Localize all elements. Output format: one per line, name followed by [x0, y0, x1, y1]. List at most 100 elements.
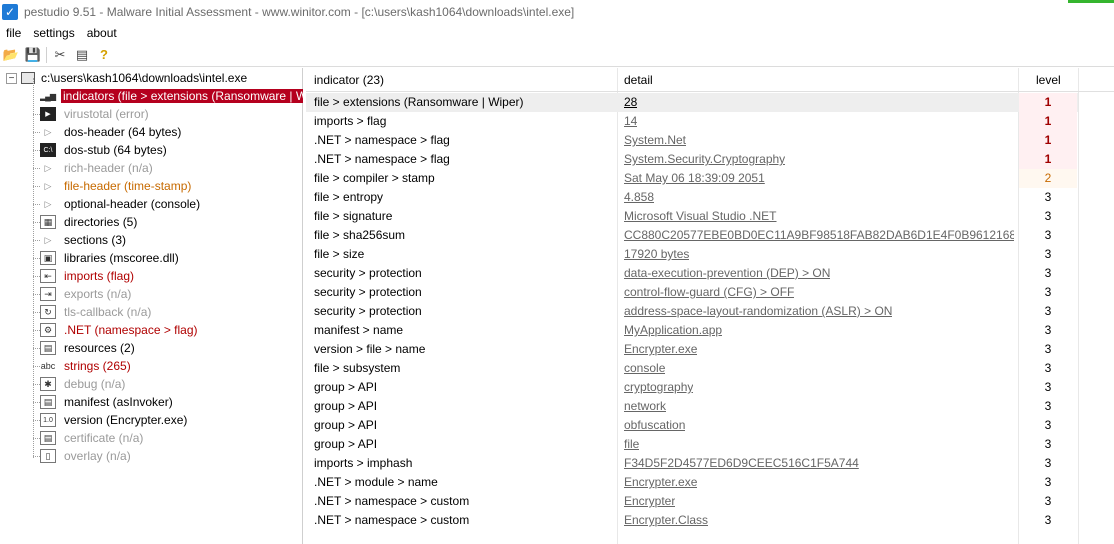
tree-item[interactable]: ▤ manifest (asInvoker) — [33, 393, 175, 411]
detail-link[interactable]: System.Security.Cryptography — [624, 150, 785, 169]
indicator-cell: .NET > namespace > custom — [314, 494, 470, 508]
detail-link[interactable]: 28 — [624, 93, 637, 112]
table-row[interactable]: group > API obfuscation 3 — [306, 416, 1078, 435]
header-detail[interactable]: detail — [624, 68, 653, 92]
tree-item-label: certificate (n/a) — [64, 431, 144, 445]
menu-about[interactable]: about — [81, 26, 123, 40]
version-icon: 1.0 — [40, 413, 56, 427]
table-row[interactable]: security > protection data-execution-prev… — [306, 264, 1078, 283]
table-row[interactable]: security > protection control-flow-guard … — [306, 283, 1078, 302]
table-row[interactable]: .NET > module > name Encrypter.exe 3 — [306, 473, 1078, 492]
detail-link[interactable]: F34D5F2D4577ED6D9CEEC516C1F5A744 — [624, 454, 859, 473]
tree-item[interactable]: ⇥ exports (n/a) — [33, 285, 133, 303]
detail-link[interactable]: file — [624, 435, 639, 454]
table-row[interactable]: .NET > namespace > custom Encrypter 3 — [306, 492, 1078, 511]
caret-icon: ▷ — [44, 198, 52, 209]
tree-item[interactable]: ▷ dos-header (64 bytes) — [33, 123, 183, 141]
tree-item[interactable]: ▶ virustotal (error) — [33, 105, 151, 123]
save-icon[interactable]: 💾 — [22, 45, 44, 65]
tree-item[interactable]: ▷ rich-header (n/a) — [33, 159, 155, 177]
level-cell: 3 — [1044, 266, 1052, 280]
tree-item[interactable]: ▤ certificate (n/a) — [33, 429, 145, 447]
indicator-cell: .NET > module > name — [314, 475, 438, 489]
detail-link[interactable]: System.Net — [624, 131, 686, 150]
detail-link[interactable]: Encrypter.Class — [624, 511, 708, 530]
manifest-icon: ▤ — [40, 395, 56, 409]
table-row[interactable]: .NET > namespace > flag System.Net 1 — [306, 131, 1078, 150]
detail-link[interactable]: 17920 bytes — [624, 245, 689, 264]
table-row[interactable]: group > API cryptography 3 — [306, 378, 1078, 397]
tree-item[interactable]: ▷ optional-header (console) — [33, 195, 202, 213]
table-row[interactable]: file > sha256sum CC880C20577EBE0BD0EC11A9… — [306, 226, 1078, 245]
detail-link[interactable]: Encrypter.exe — [624, 473, 697, 492]
tree-item-label: imports (flag) — [64, 269, 135, 283]
detail-link[interactable]: network — [624, 397, 666, 416]
detail-link[interactable]: data-execution-prevention (DEP) > ON — [624, 264, 830, 283]
bars-icon: ▂▄▆ — [40, 91, 56, 101]
detail-link[interactable]: Sat May 06 18:39:09 2051 — [624, 169, 765, 188]
table-row[interactable]: file > extensions (Ransomware | Wiper) 28… — [306, 93, 1078, 112]
table-row[interactable]: .NET > namespace > custom Encrypter.Class… — [306, 511, 1078, 530]
tree-guide-line — [33, 312, 40, 313]
table-row[interactable]: version > file > name Encrypter.exe 3 — [306, 340, 1078, 359]
table-row[interactable]: file > signature Microsoft Visual Studio … — [306, 207, 1078, 226]
detail-link[interactable]: MyApplication.app — [624, 321, 722, 340]
header-indicator[interactable]: indicator (23) — [314, 68, 384, 92]
table-row[interactable]: file > size 17920 bytes 3 — [306, 245, 1078, 264]
detail-link[interactable]: Encrypter — [624, 492, 675, 511]
tree-item[interactable]: ▷ file-header (time-stamp) — [33, 177, 193, 195]
detail-link[interactable]: obfuscation — [624, 416, 685, 435]
tree-item-label: rich-header (n/a) — [64, 161, 153, 175]
indicator-cell: file > signature — [314, 209, 393, 223]
tree-item[interactable]: abc strings (265) — [33, 357, 133, 375]
tree-item[interactable]: ▷ sections (3) — [33, 231, 128, 249]
table-row[interactable]: file > entropy 4.858 3 — [306, 188, 1078, 207]
table-row[interactable]: group > API network 3 — [306, 397, 1078, 416]
cut-icon[interactable]: ✂ — [49, 45, 71, 65]
detail-link[interactable]: 4.858 — [624, 188, 654, 207]
tree-item[interactable]: C:\ dos-stub (64 bytes) — [33, 141, 169, 159]
table-row[interactable]: .NET > namespace > flag System.Security.C… — [306, 150, 1078, 169]
tree-item[interactable]: ⇤ imports (flag) — [33, 267, 136, 285]
menu-settings[interactable]: settings — [27, 26, 80, 40]
detail-link[interactable]: cryptography — [624, 378, 693, 397]
table-row[interactable]: imports > flag 14 1 — [306, 112, 1078, 131]
list-icon[interactable]: ▤ — [71, 45, 93, 65]
detail-link[interactable]: address-space-layout-randomization (ASLR… — [624, 302, 892, 321]
detail-link[interactable]: Encrypter.exe — [624, 340, 697, 359]
open-icon[interactable]: 📂 — [0, 45, 22, 65]
indicator-cell: security > protection — [314, 266, 422, 280]
help-icon[interactable]: ? — [93, 45, 115, 65]
tree-item[interactable]: ▤ resources (2) — [33, 339, 137, 357]
detail-link[interactable]: Microsoft Visual Studio .NET — [624, 207, 777, 226]
table-row[interactable]: group > API file 3 — [306, 435, 1078, 454]
tree-guide-line — [33, 456, 40, 457]
tree-item[interactable]: ✱ debug (n/a) — [33, 375, 127, 393]
tree-item[interactable]: ▂▄▆ indicators (file > extensions (Ransom… — [40, 87, 303, 105]
menu-file[interactable]: file — [0, 26, 27, 40]
collapse-icon[interactable]: − — [6, 72, 17, 84]
table-row[interactable]: security > protection address-space-layou… — [306, 302, 1078, 321]
table-row[interactable]: file > compiler > stamp Sat May 06 18:39:… — [306, 169, 1078, 188]
header-level[interactable]: level — [1036, 68, 1061, 92]
tree-item-label: overlay (n/a) — [64, 449, 131, 463]
tree-guide-line — [33, 348, 40, 349]
tree-item[interactable]: ↻ tls-callback (n/a) — [33, 303, 153, 321]
level-cell: 3 — [1044, 361, 1052, 375]
indicator-cell: file > size — [314, 247, 365, 261]
level-cell: 3 — [1044, 513, 1052, 527]
table-row[interactable]: manifest > name MyApplication.app 3 — [306, 321, 1078, 340]
detail-link[interactable]: control-flow-guard (CFG) > OFF — [624, 283, 794, 302]
tree-root[interactable]: − c:\users\kash1064\downloads\intel.exe — [6, 69, 249, 87]
table-row[interactable]: imports > imphash F34D5F2D4577ED6D9CEEC51… — [306, 454, 1078, 473]
tree-item[interactable]: ▦ directories (5) — [33, 213, 139, 231]
tree-item[interactable]: ▣ libraries (mscoree.dll) — [33, 249, 181, 267]
indicator-cell: group > API — [314, 399, 378, 413]
tree-item[interactable]: ▯ overlay (n/a) — [33, 447, 133, 465]
tree-item[interactable]: 1.0 version (Encrypter.exe) — [33, 411, 189, 429]
detail-link[interactable]: 14 — [624, 112, 637, 131]
detail-link[interactable]: console — [624, 359, 665, 378]
detail-link[interactable]: CC880C20577EBE0BD0EC11A9BF98518FAB82DAB6… — [624, 226, 1014, 245]
tree-item[interactable]: ⚙ .NET (namespace > flag) — [33, 321, 200, 339]
table-row[interactable]: file > subsystem console 3 — [306, 359, 1078, 378]
